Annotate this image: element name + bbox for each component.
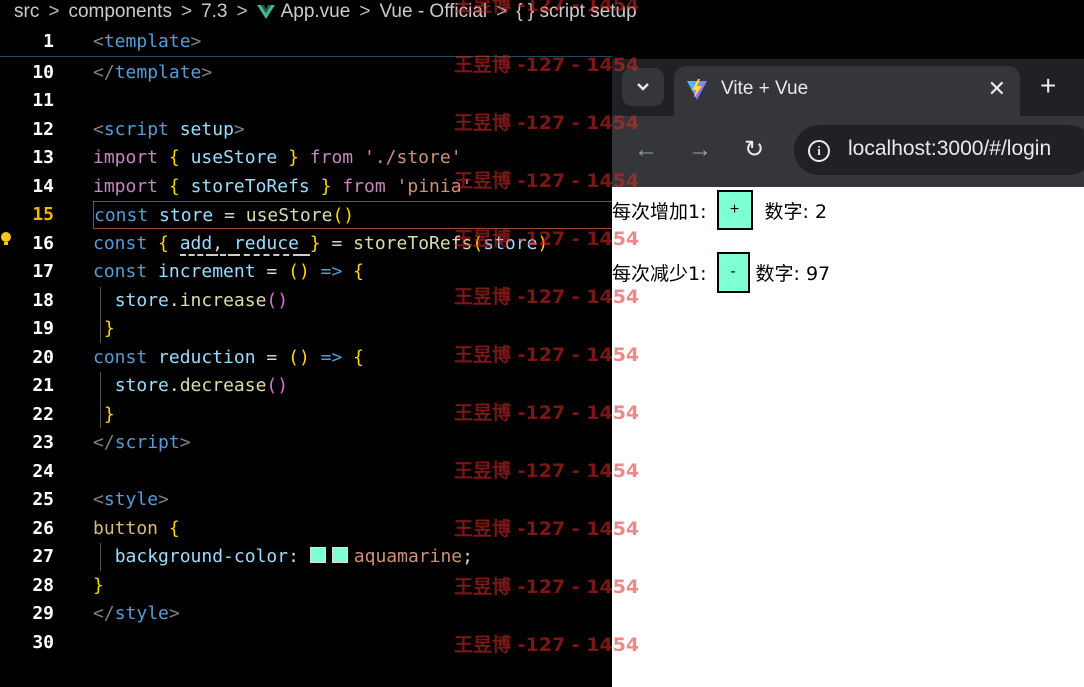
chevron-right-icon: > — [359, 1, 371, 22]
code-line: 27 background-color: aquamarine; — [32, 546, 473, 567]
code-line: 26 button { — [32, 518, 180, 539]
breadcrumb-language[interactable]: Vue - Official — [379, 1, 487, 23]
increment-label: 每次增加1: — [612, 200, 707, 223]
code-line: 12 <script setup> — [32, 119, 245, 140]
code-line: 29 </style> — [32, 603, 180, 624]
breadcrumb-components[interactable]: components — [68, 1, 172, 23]
address-bar[interactable]: i localhost:3000/#/login — [794, 125, 1084, 175]
vite-logo-icon — [687, 79, 707, 100]
browser-toolbar: ← → ↻ i localhost:3000/#/login — [612, 116, 1084, 187]
chevron-right-icon: > — [236, 1, 248, 22]
code-line: 18 store.increase() — [32, 290, 289, 311]
breadcrumb-file[interactable]: App.vue — [281, 1, 351, 23]
increment-button[interactable]: + — [716, 190, 753, 230]
chevron-down-icon — [637, 83, 649, 91]
decrement-count: 数字: 97 — [755, 262, 831, 285]
indent-guide — [100, 372, 101, 428]
code-line: 16 const { add, reduce } = storeToRefs(st… — [32, 233, 549, 256]
new-tab-icon[interactable]: + — [1040, 70, 1056, 102]
code-line: 10 </template> — [32, 62, 213, 83]
chevron-right-icon: > — [180, 1, 193, 22]
browser-tab[interactable]: Vite + Vue ✕ — [674, 66, 1020, 116]
browser-window: Vite + Vue ✕ + ← → ↻ i localhost:3000/#/… — [612, 59, 1084, 687]
code-line: 1 <template> — [43, 31, 202, 52]
decrement-button[interactable]: - — [716, 251, 750, 293]
color-swatch-icon[interactable] — [331, 547, 348, 563]
tab-title: Vite + Vue — [721, 78, 809, 99]
chevron-right-icon: > — [48, 1, 60, 22]
breadcrumb: src > components > 7.3 > App.vue > Vue -… — [0, 0, 1084, 24]
page-content: 每次增加1: + 数字: 2 每次减少1: - 数字: 97 — [612, 187, 1084, 687]
sticky-scroll-divider — [0, 56, 612, 57]
increment-count: 数字: 2 — [764, 200, 828, 223]
code-line: 30 — [32, 632, 54, 653]
code-line: 28} — [32, 575, 104, 596]
decrement-row: 每次减少1: - 数字: 97 — [612, 251, 831, 293]
close-icon[interactable]: ✕ — [988, 76, 1006, 102]
code-line: 21 store.decrease() — [32, 375, 289, 396]
decrement-label: 每次减少1: — [612, 262, 707, 285]
code-editor[interactable]: 1 <template> 10 </template> 11 12 <script s… — [0, 28, 613, 687]
info-icon[interactable]: i — [808, 140, 830, 162]
code-line: 11 — [32, 90, 54, 111]
code-line: 20 const reduction = () => { — [32, 347, 365, 368]
code-line: 23 </script> — [32, 432, 191, 453]
breadcrumb-symbol[interactable]: { } script setup — [516, 1, 636, 23]
breadcrumb-folder[interactable]: 7.3 — [201, 1, 227, 23]
code-line: 17 const increment = () => { — [32, 261, 365, 282]
tab-bar: Vite + Vue ✕ + — [612, 59, 1084, 116]
code-line: 14 import { storeToRefs } from 'pinia' — [32, 176, 473, 197]
indent-guide — [100, 543, 101, 571]
code-line: 15 const store = useStore() — [0, 201, 613, 229]
reload-icon[interactable]: ↻ — [740, 136, 768, 164]
code-line: 19 } — [32, 318, 115, 339]
code-line: 22 } — [32, 404, 115, 425]
tab-search-button[interactable] — [622, 68, 664, 106]
indent-guide — [100, 287, 101, 343]
back-arrow-icon[interactable]: ← — [632, 136, 660, 164]
forward-arrow-icon[interactable]: → — [686, 136, 714, 164]
vue-file-icon — [256, 5, 275, 19]
color-swatch-icon[interactable] — [309, 547, 326, 563]
breadcrumb-src[interactable]: src — [0, 1, 39, 23]
increment-row: 每次增加1: + 数字: 2 — [612, 190, 827, 230]
code-line: 24 — [32, 461, 54, 482]
code-line: 25 <style> — [32, 489, 169, 510]
code-line: 13 import { useStore } from './store' — [32, 147, 462, 168]
url-text[interactable]: localhost:3000/#/login — [848, 137, 1051, 161]
chevron-right-icon: > — [496, 1, 508, 22]
